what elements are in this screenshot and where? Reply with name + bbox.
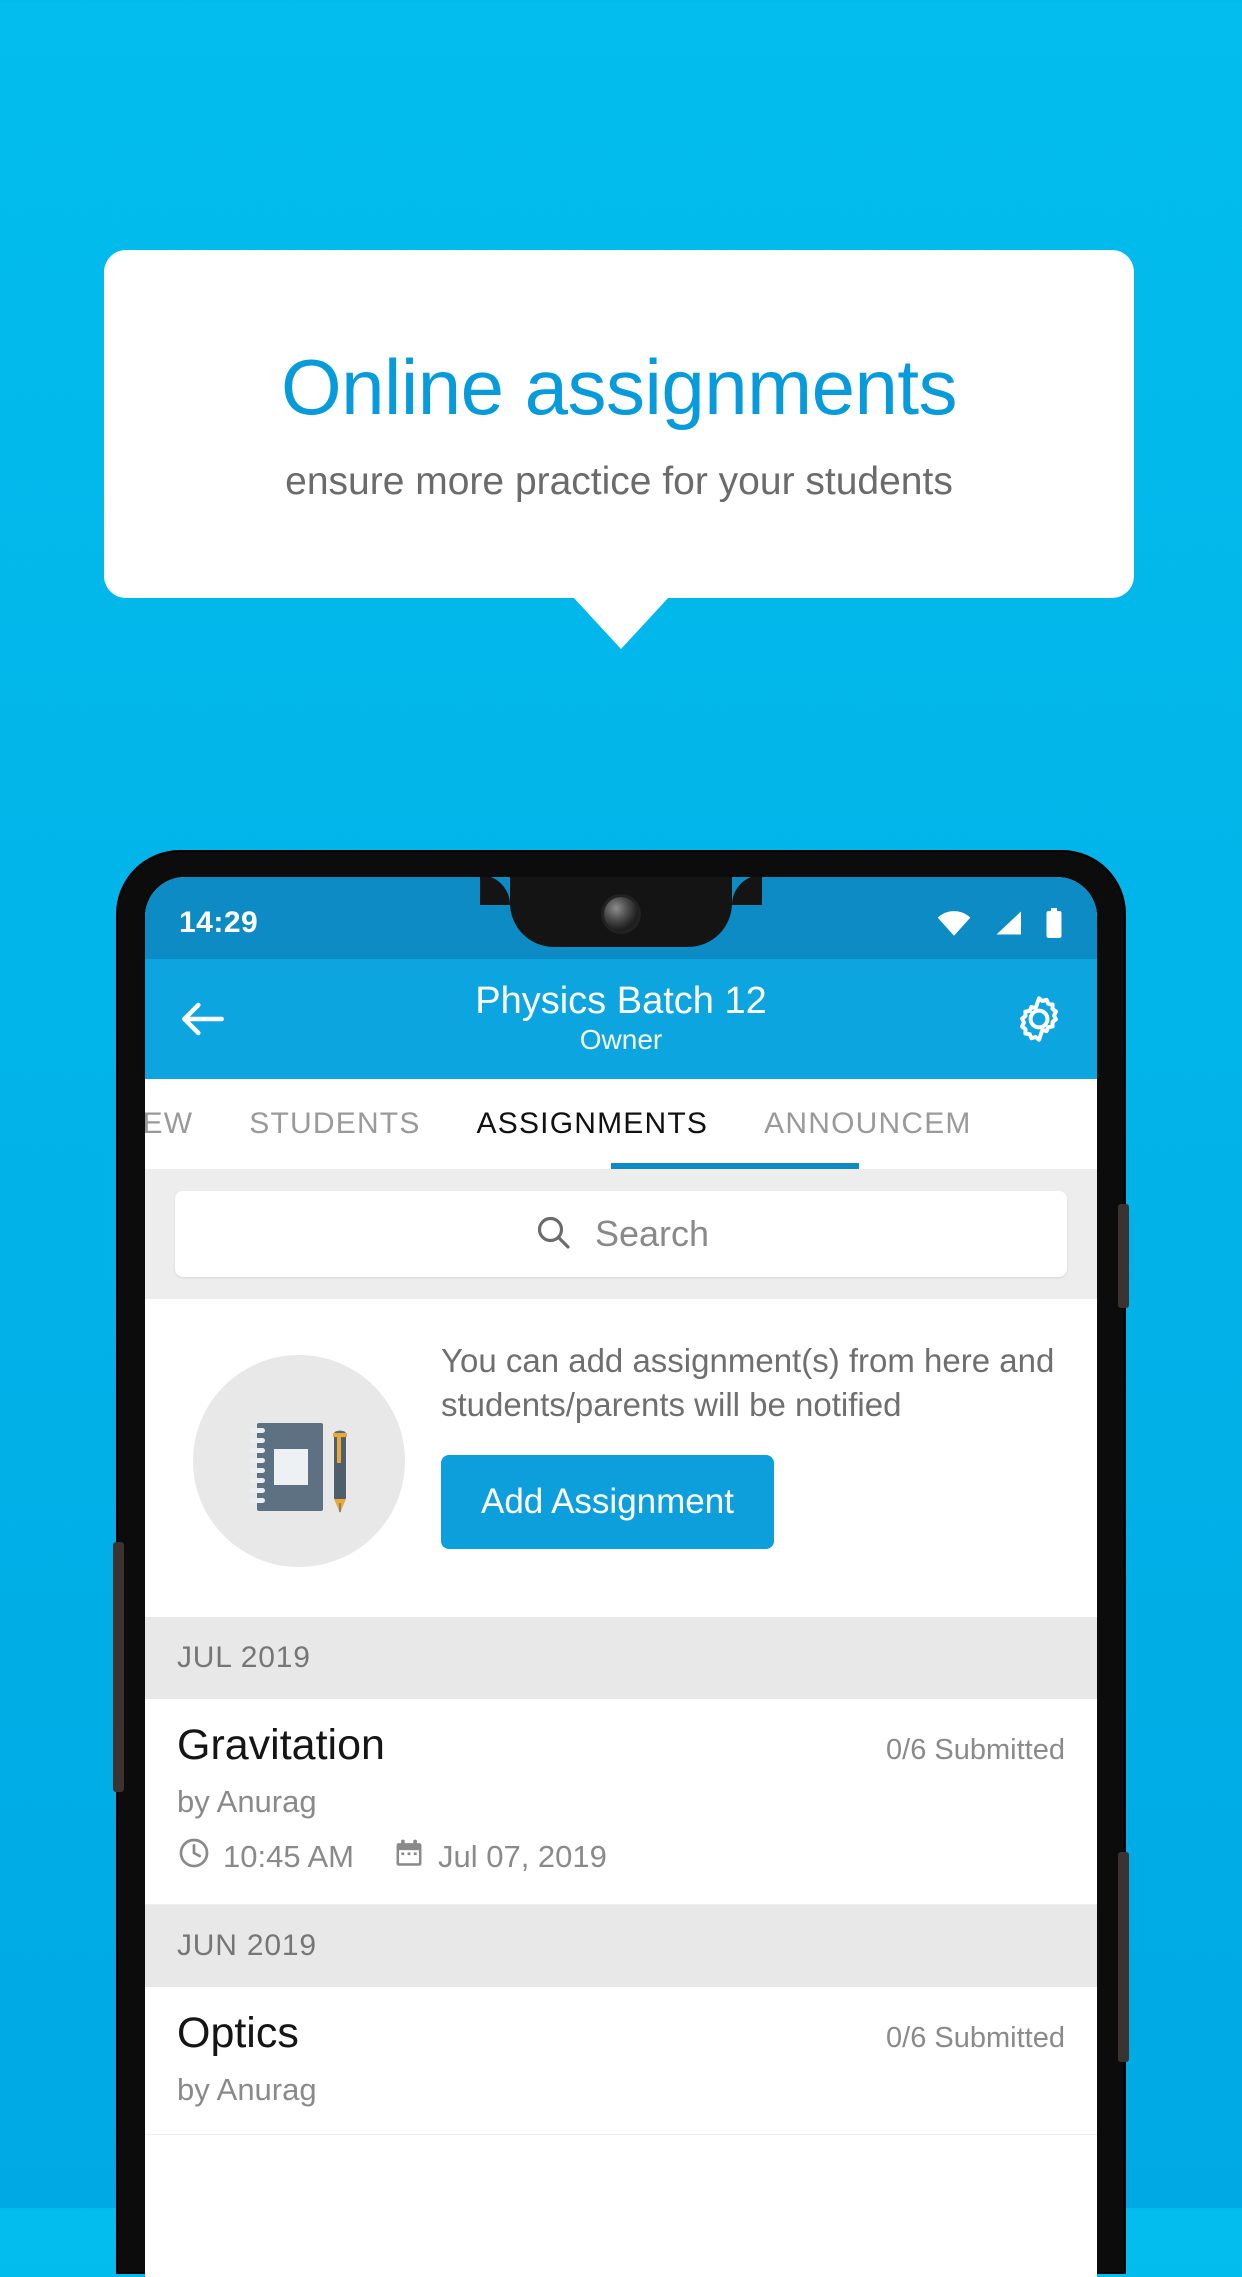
promo-callout: Online assignments ensure more practice …: [104, 250, 1134, 598]
tab-assignments[interactable]: ASSIGNMENTS: [449, 1107, 737, 1141]
tab-active-indicator: [611, 1163, 859, 1169]
wifi-icon: [937, 910, 971, 936]
search-placeholder: Search: [594, 1213, 710, 1254]
calendar-icon: [392, 1836, 426, 1878]
assignment-time: 10:45 AM: [223, 1839, 354, 1874]
search-icon: [533, 1212, 573, 1257]
assignment-row-optics[interactable]: Optics 0/6 Submitted by Anurag: [145, 1987, 1097, 2135]
tab-bar: IEW STUDENTS ASSIGNMENTS ANNOUNCEM: [145, 1079, 1097, 1169]
status-bar: 14:29: [145, 877, 1097, 959]
phone-screen: 14:29 Physics Batch 12 Owner EW STUDENTS…: [145, 877, 1097, 2277]
assignment-row-gravitation[interactable]: Gravitation 0/6 Submitted by Anurag 10:4…: [145, 1699, 1097, 1905]
assignment-meta: 10:45 AM Jul 07, 2019: [177, 1836, 1065, 1878]
front-camera-icon: [604, 897, 638, 931]
page-subtitle: Owner: [579, 1024, 663, 1056]
assignment-author: by Anurag: [177, 1784, 317, 1819]
empty-state-content: You can add assignment(s) from here and …: [423, 1339, 1067, 1550]
clock-icon: [177, 1836, 211, 1878]
status-time: 14:29: [179, 906, 259, 939]
app-bar-titles: Physics Batch 12 Owner: [145, 980, 1097, 1059]
camera-notch: [480, 877, 762, 947]
assignment-header: Gravitation 0/6 Submitted: [177, 1721, 1065, 1770]
empty-state-panel: You can add assignment(s) from here and …: [145, 1299, 1097, 1617]
tab-overview[interactable]: IEW: [145, 1107, 221, 1141]
month-header-jul: JUL 2019: [145, 1617, 1097, 1699]
app-bar: Physics Batch 12 Owner: [145, 959, 1097, 1079]
promo-title: Online assignments: [280, 342, 958, 431]
signal-icon: [993, 910, 1023, 936]
assignment-title: Gravitation: [177, 1721, 385, 1769]
assignment-status: 0/6 Submitted: [886, 2022, 1065, 2054]
assignment-status: 0/6 Submitted: [886, 1734, 1065, 1766]
add-assignment-button[interactable]: Add Assignment: [441, 1455, 774, 1550]
tab-announcements[interactable]: ANNOUNCEM: [736, 1107, 999, 1141]
back-arrow-icon[interactable]: [175, 991, 231, 1047]
month-header-jun: JUN 2019: [145, 1905, 1097, 1987]
tab-students[interactable]: STUDENTS: [221, 1107, 448, 1141]
assistant-button[interactable]: [113, 1542, 124, 1792]
battery-icon: [1045, 908, 1063, 938]
promo-subtitle: ensure more practice for your students: [285, 459, 953, 503]
gear-icon[interactable]: [1011, 991, 1067, 1047]
search-input[interactable]: Search: [175, 1191, 1067, 1277]
power-button[interactable]: [1118, 1204, 1129, 1308]
notebook-and-pen-icon: [193, 1355, 405, 1567]
search-section: Search: [145, 1169, 1097, 1299]
page-title: Physics Batch 12: [475, 979, 767, 1022]
volume-button[interactable]: [1118, 1852, 1129, 2062]
assignment-title: Optics: [177, 2009, 299, 2057]
empty-state-message: You can add assignment(s) from here and …: [441, 1342, 1055, 1424]
assignment-author: by Anurag: [177, 2072, 317, 2107]
status-icon-group: [937, 908, 1063, 938]
promo-callout-tail: [573, 597, 669, 649]
assignment-date: Jul 07, 2019: [437, 1839, 607, 1874]
assignment-header: Optics 0/6 Submitted: [177, 2009, 1065, 2058]
phone-device-frame: 14:29 Physics Batch 12 Owner EW STUDENTS…: [113, 852, 1129, 2277]
